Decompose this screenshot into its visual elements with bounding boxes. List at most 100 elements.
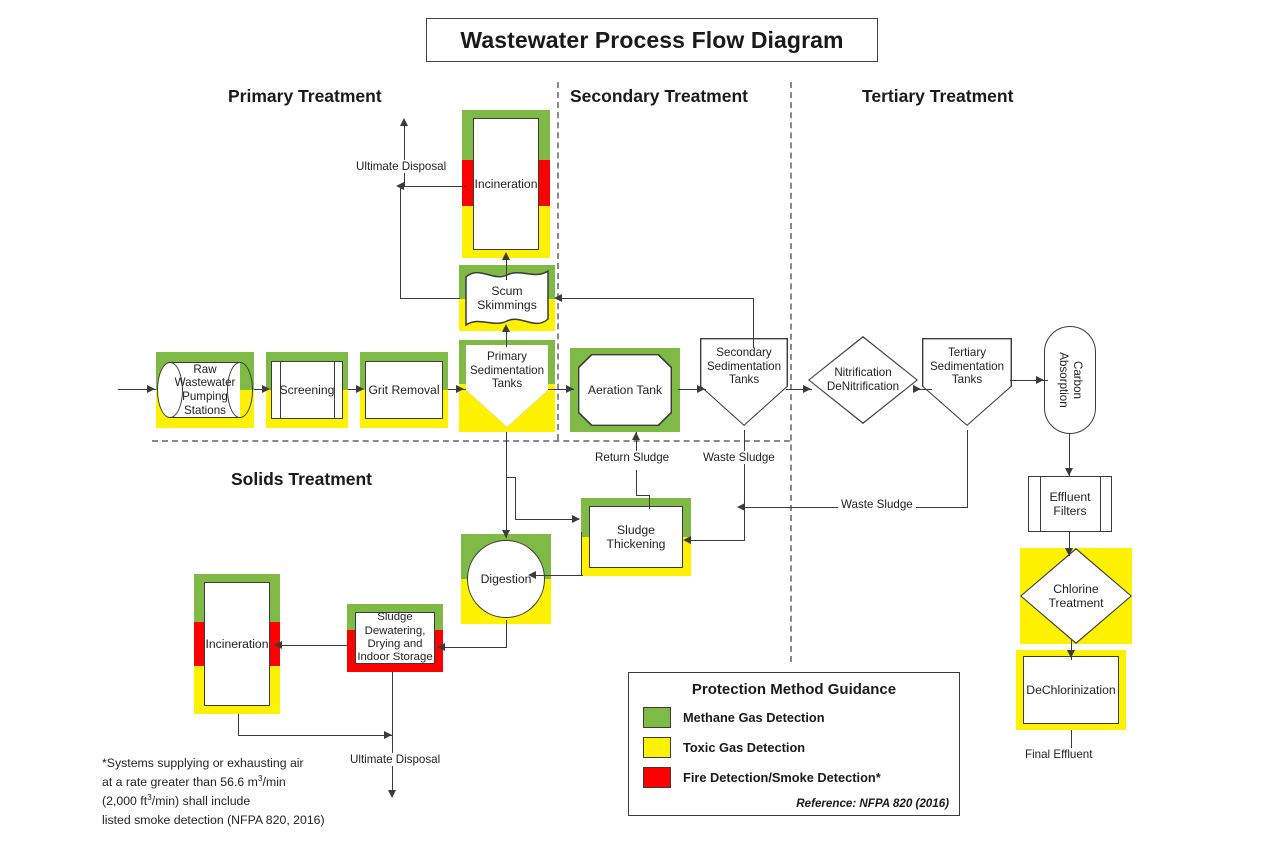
legend-item-methane: Methane Gas Detection [643,707,959,728]
page-title: Wastewater Process Flow Diagram [460,26,844,53]
node-aeration-tank[interactable]: Aeration Tank [570,348,680,432]
node-raw-wastewater-pumping-stations[interactable]: Raw Wastewater Pumping Stations [156,352,254,428]
node-primary-sedimentation-tanks[interactable]: Primary Sedimentation Tanks [459,340,555,432]
connector-incineration-bottom-right [238,735,392,737]
node-grit-removal[interactable]: Grit Removal [360,352,448,428]
arrow-primarysed-aeration [566,385,574,393]
diagram-title-box: Wastewater Process Flow Diagram [426,18,878,62]
octagon-shape [578,354,672,426]
node-digestion[interactable]: Digestion [461,534,551,624]
node-nitrification-denitrification[interactable]: Nitrification DeNitrification [808,336,918,424]
process-box [589,506,683,568]
arrow-incineration-bottom-right [384,731,392,739]
cylinder-right-cap [227,362,253,418]
connector-primarysed-digestion [506,432,508,538]
legend-label-toxic: Toxic Gas Detection [683,740,806,755]
arrow-primarysed-scum [502,324,510,332]
arrow-dewatering-incineration [274,641,282,649]
predefined-bar-right [334,362,335,418]
connector-thickening-digestion [535,575,583,577]
arrow-effluent-chlorine [1065,548,1073,556]
node-screening[interactable]: Screening [266,352,348,428]
legend-item-toxic: Toxic Gas Detection [643,737,959,758]
label-return-sludge: Return Sludge [592,451,673,464]
arrow-tee-to-thickening [572,515,580,523]
legend-swatch-methane [643,707,671,728]
legend-label-methane: Methane Gas Detection [683,710,825,725]
footnote-line-2a: at a rate greater than 56.6 m [102,775,258,790]
connector-waste-into-thickening-drop [744,507,746,541]
node-sludge-dewatering[interactable]: Sludge Dewatering, Drying and Indoor Storag… [347,604,443,672]
label-ultimate-disposal-top: Ultimate Disposal [353,160,450,173]
arrow-digestion-to-dewatering [437,643,445,651]
arrow-tertiarysed-carbon [1036,376,1044,384]
arrow-ultimate-disposal-top [400,118,408,126]
connector-ultimate-disposal-top-riser [404,124,406,186]
connector-incineration-left [404,186,466,188]
footnote-line-4: listed smoke detection (NFPA 820, 2016) [102,812,325,827]
arrow-grit-primarysed [456,385,464,393]
footnote-line-1: *Systems supplying or exhausting air [102,756,304,770]
node-chlorine-treatment[interactable]: Chlorine Treatment [1020,548,1132,644]
connector-dewatering-down [392,672,394,736]
footnote-block: *Systems supplying or exhausting air at … [102,754,442,829]
predefined-bar-right [1100,477,1101,531]
connector-digestion-to-dewatering [443,647,507,649]
predefined-bar-left [280,362,281,418]
divider-secondary-tertiary [790,82,792,662]
legend-swatch-toxic [643,737,671,758]
legend-title: Protection Method Guidance [691,681,897,698]
arrow-secondarysed-nitrification [803,385,811,393]
connector-thickening-down [581,532,583,576]
process-box [271,361,343,419]
arrow-inlet [147,385,155,393]
node-incineration-top[interactable]: Incineration [462,110,550,258]
predefined-bar-left [1040,477,1041,531]
connector-waste-sludge-tertiary-riser [967,430,969,508]
arrow-aeration-secondarysed [697,385,705,393]
connector-scum-incineration [506,258,508,280]
legend-label-fire: Fire Detection/Smoke Detection* [683,770,881,785]
legend-item-fire: Fire Detection/Smoke Detection* [643,767,959,788]
connector-primarysed-scum [506,331,508,347]
footnote-line-3a: (2,000 ft [102,794,148,809]
label-waste-sludge-secondary: Waste Sludge [700,451,778,464]
arrow-pump-screening [262,385,270,393]
connector-return-sludge-jog2 [649,495,651,509]
arrow-nitrification-tertiarysed [913,385,921,393]
legend-reference: Reference: NFPA 820 (2016) [796,797,949,810]
connector-scum-up [400,186,402,299]
circle-shape [467,540,545,618]
process-box [355,612,435,664]
connector-secondary-to-scum [562,298,754,300]
pentagon-shape [700,338,788,426]
footnote-line-2b: /min [262,775,286,790]
footnote-line-3b: /min) shall include [151,794,251,809]
stadium-shape [1044,326,1096,434]
footnote-line-3: (2,000 ft3/min) shall include [102,791,442,810]
arrow-return-sludge [632,432,640,440]
connector-return-sludge-down [636,470,638,496]
arrow-carbon-effluent [1065,468,1073,476]
arrow-thickening-digestion [528,571,536,579]
process-box [365,361,443,419]
node-effluent-filters[interactable]: Effluent Filters [1028,476,1112,532]
section-heading-solids: Solids Treatment [231,469,373,489]
node-sludge-thickening[interactable]: Sludge Thickening [581,498,691,576]
node-dechlorinization[interactable]: DeChlorinization [1016,650,1126,730]
section-heading-tertiary: Tertiary Treatment [862,86,1014,106]
node-tertiary-sedimentation-tanks[interactable]: Tertiary Sedimentation Tanks [922,338,1012,430]
node-carbon-absorption[interactable]: Carbon Absorption [1044,326,1096,434]
connector-solids-tee-drop [515,477,517,519]
arrow-screening-grit [356,385,364,393]
connector-waste-sludge-secondary [744,430,746,508]
legend-swatch-fire [643,767,671,788]
section-heading-secondary: Secondary Treatment [570,86,748,106]
divider-primary-secondary [557,82,559,440]
node-secondary-sedimentation-tanks[interactable]: Secondary Sedimentation Tanks [700,338,788,430]
node-incineration-bottom[interactable]: Incineration [194,574,280,714]
label-final-effluent: Final Effluent [1022,748,1096,761]
connector-waste-into-thickening [689,540,745,542]
label-waste-sludge-tertiary: Waste Sludge [838,498,916,511]
arrow-primarysed-digestion [502,530,510,538]
